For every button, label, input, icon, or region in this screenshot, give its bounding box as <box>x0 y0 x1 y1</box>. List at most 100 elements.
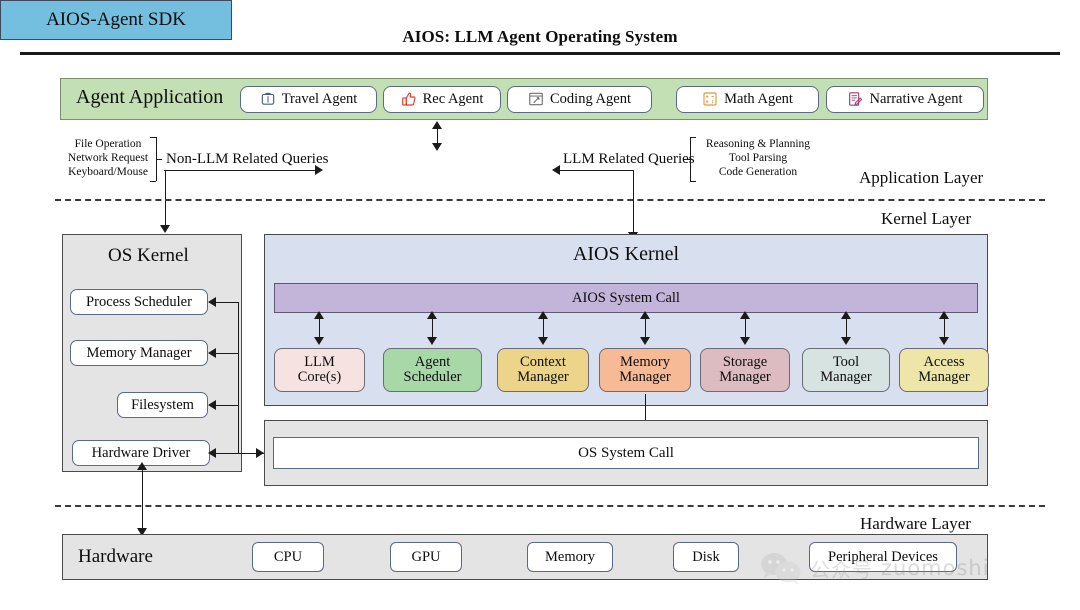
os-item-label: Memory Manager <box>86 344 192 361</box>
os-system-call-label: OS System Call <box>578 444 674 461</box>
arrowhead-down <box>432 143 442 151</box>
connector-nonllm-sdk <box>164 170 316 171</box>
arrowhead-up <box>939 311 949 319</box>
non-llm-queries-label: Non-LLM Related Queries <box>164 151 331 168</box>
agent-application-title: Agent Application <box>76 86 224 108</box>
llm-item-1: Tool Parsing <box>728 152 788 164</box>
hardware-item-peripheral-devices[interactable]: Peripheral Devices <box>809 542 957 572</box>
arrowhead-left <box>208 297 216 307</box>
module-label-line2: Manager <box>619 369 671 385</box>
agent-chip-label: Math Agent <box>724 90 793 107</box>
hardware-item-label: GPU <box>411 548 441 565</box>
hardware-item-memory[interactable]: Memory <box>527 542 613 572</box>
connector-llm-sdk <box>560 170 634 171</box>
agent-chip-math[interactable]: Math Agent <box>676 85 819 113</box>
module-label-line2: Scheduler <box>403 369 462 385</box>
module-label-line1: Memory <box>620 354 670 370</box>
llm-item-2: Code Generation <box>718 166 798 178</box>
hardware-item-disk[interactable]: Disk <box>673 542 739 572</box>
arrowhead-right <box>256 448 264 458</box>
arrowhead-up <box>137 462 147 470</box>
divider-application-kernel <box>55 199 1045 201</box>
kernel-module-access-manager[interactable]: Access Manager <box>899 348 989 392</box>
arrowhead-left <box>208 348 216 358</box>
hardware-item-label: Memory <box>545 548 595 565</box>
aios-kernel-title: AIOS Kernel <box>572 243 680 265</box>
os-item-label: Hardware Driver <box>91 444 191 461</box>
arrowhead-down <box>640 337 650 345</box>
kernel-module-tool-manager[interactable]: Tool Manager <box>802 348 890 392</box>
agent-chip-narrative[interactable]: Narrative Agent <box>826 85 984 113</box>
document-pen-icon <box>849 92 863 106</box>
arrowhead-down <box>841 337 851 345</box>
hardware-item-label: CPU <box>273 548 303 565</box>
aios-system-call-label: AIOS System Call <box>572 289 680 306</box>
os-item-label: Filesystem <box>131 396 194 413</box>
agent-chip-label: Travel Agent <box>281 90 358 107</box>
hardware-item-label: Peripheral Devices <box>828 548 938 565</box>
module-label-line2: Core(s) <box>297 369 342 385</box>
application-layer-label: Application Layer <box>859 168 984 187</box>
module-label-line1: Context <box>520 354 566 370</box>
thumbs-up-icon <box>401 92 416 106</box>
suitcase-icon <box>261 92 274 105</box>
kernel-layer-label: Kernel Layer <box>881 209 972 228</box>
arrowhead-up <box>640 311 650 319</box>
code-window-icon <box>529 92 543 106</box>
hardware-title: Hardware <box>78 546 153 567</box>
kernel-module-memory-manager[interactable]: Memory Manager <box>599 348 691 392</box>
non-llm-query-items: File Operation Network Request Keyboard/… <box>58 137 158 179</box>
module-label-line1: Storage <box>722 354 768 370</box>
page-title: AIOS: LLM Agent Operating System <box>402 27 678 46</box>
connector-llm-aioskernel <box>633 170 634 236</box>
os-system-call-box: OS System Call <box>273 437 979 469</box>
arrowhead-up <box>538 311 548 319</box>
module-label-line2: Manager <box>820 369 872 385</box>
connector-nonllm-oskernel <box>165 170 166 226</box>
kernel-module-storage-manager[interactable]: Storage Manager <box>700 348 790 392</box>
llm-query-items: Reasoning & Planning Tool Parsing Code G… <box>698 137 818 179</box>
connector-hwdriver-hardware <box>142 468 143 536</box>
llm-item-0: Reasoning & Planning <box>705 138 811 150</box>
agent-chip-coding[interactable]: Coding Agent <box>507 85 652 113</box>
agent-chip-rec[interactable]: Rec Agent <box>383 85 501 113</box>
module-label-line2: Manager <box>719 369 771 385</box>
hardware-layer-label: Hardware Layer <box>860 514 971 533</box>
arrowhead-left <box>552 165 560 175</box>
arrowhead-down <box>538 337 548 345</box>
arrowhead-down <box>740 337 750 345</box>
arrowhead-down <box>427 337 437 345</box>
arrowhead-left <box>208 400 216 410</box>
os-item-filesystem[interactable]: Filesystem <box>117 392 208 418</box>
hardware-item-cpu[interactable]: CPU <box>252 542 324 572</box>
title-divider <box>20 52 1060 55</box>
agent-chip-label: Narrative Agent <box>869 90 963 107</box>
llm-queries-label: LLM Related Queries <box>561 151 697 168</box>
connector-os-bus <box>238 302 239 453</box>
kernel-module-agent-scheduler[interactable]: Agent Scheduler <box>383 348 482 392</box>
calculator-icon <box>703 92 717 106</box>
os-item-process-scheduler[interactable]: Process Scheduler <box>70 289 208 315</box>
kernel-module-context-manager[interactable]: Context Manager <box>497 348 589 392</box>
module-label-line1: LLM <box>304 354 335 370</box>
arrowhead-down <box>314 337 324 345</box>
agent-chip-label: Rec Agent <box>422 90 484 107</box>
hardware-item-label: Disk <box>692 548 720 565</box>
connector-bus-filesystem <box>216 405 239 406</box>
kernel-module-llm-cores[interactable]: LLM Core(s) <box>274 348 365 392</box>
non-llm-item-1: Network Request <box>67 152 149 164</box>
os-item-memory-manager[interactable]: Memory Manager <box>70 340 208 366</box>
hardware-item-gpu[interactable]: GPU <box>390 542 462 572</box>
module-label-line1: Tool <box>832 354 860 370</box>
os-kernel-title: OS Kernel <box>108 245 189 266</box>
module-label-line2: Manager <box>918 369 970 385</box>
divider-kernel-hardware <box>55 505 1045 507</box>
agent-chip-travel[interactable]: Travel Agent <box>240 85 377 113</box>
arrowhead-up <box>841 311 851 319</box>
module-label-line2: Manager <box>517 369 569 385</box>
module-label-line1: Agent <box>414 354 451 370</box>
arrowhead-up <box>314 311 324 319</box>
arrowhead-down <box>939 337 949 345</box>
os-item-label: Process Scheduler <box>86 293 192 310</box>
non-llm-item-2: Keyboard/Mouse <box>68 166 148 178</box>
